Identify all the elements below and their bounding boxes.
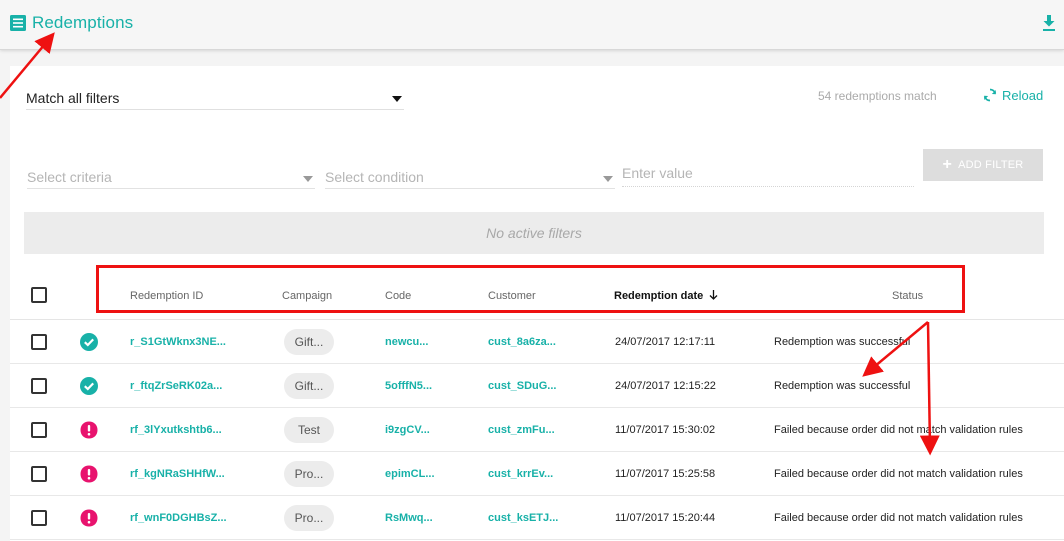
campaign-pill[interactable]: Test: [284, 417, 334, 443]
campaign-pill[interactable]: Pro...: [284, 505, 334, 531]
status-message: Failed because order did not match valid…: [774, 468, 1023, 480]
top-bar: Redemptions: [0, 0, 1064, 50]
column-header-campaign[interactable]: Campaign: [282, 290, 332, 302]
code-link[interactable]: RsMwq...: [385, 512, 433, 524]
campaign-pill[interactable]: Gift...: [284, 329, 334, 355]
condition-placeholder: Select condition: [325, 169, 424, 185]
code-link[interactable]: i9zgCV...: [385, 424, 430, 436]
redemption-id-link[interactable]: r_ftqZrSeRK02a...: [130, 380, 222, 392]
redemptions-table: Redemption ID Campaign Code Customer Red…: [10, 268, 1064, 540]
active-filters-empty: No active filters: [24, 212, 1044, 254]
table-row[interactable]: r_S1GtWknx3NE... Gift... newcu... cust_8a6z…: [10, 320, 1064, 364]
match-count: 54 redemptions match: [818, 89, 937, 103]
match-mode-label: Match all filters: [26, 90, 120, 106]
chevron-down-icon: [303, 176, 313, 182]
plus-icon: +: [942, 156, 953, 173]
table-row[interactable]: rf_wnF0DGHBsZ... Pro... RsMwq... cust_ksETJ…: [10, 496, 1064, 540]
redemption-date: 11/07/2017 15:20:44: [615, 512, 716, 524]
alert-circle-icon: [80, 421, 98, 439]
status-message: Redemption was successful: [774, 380, 911, 392]
alert-circle-icon: [80, 465, 98, 483]
code-link[interactable]: 5offfN5...: [385, 380, 432, 392]
redemption-id-link[interactable]: rf_3lYxutkshtb6...: [130, 424, 222, 436]
row-checkbox[interactable]: [31, 378, 47, 394]
reload-label: Reload: [1002, 87, 1044, 103]
redemption-id-link[interactable]: rf_wnF0DGHBsZ...: [130, 512, 227, 524]
redemption-date: 11/07/2017 15:25:58: [615, 468, 716, 480]
redemption-id-link[interactable]: rf_kgNRaSHHfW...: [130, 468, 225, 480]
campaign-pill[interactable]: Pro...: [284, 461, 334, 487]
customer-link[interactable]: cust_8a6za...: [488, 336, 556, 348]
column-header-code[interactable]: Code: [385, 290, 411, 302]
redemption-date: 24/07/2017 12:15:22: [615, 380, 716, 392]
redemption-date: 11/07/2017 15:30:02: [615, 424, 716, 436]
column-header-redemption-date-label: Redemption date: [614, 290, 704, 302]
row-checkbox[interactable]: [31, 466, 47, 482]
table-header: Redemption ID Campaign Code Customer Red…: [10, 268, 1064, 320]
download-icon[interactable]: [1042, 14, 1056, 32]
criteria-select[interactable]: Select criteria: [27, 169, 315, 189]
customer-link[interactable]: cust_krrEv...: [488, 468, 553, 480]
add-filter-button[interactable]: + ADD FILTER: [923, 149, 1043, 181]
customer-link[interactable]: cust_zmFu...: [488, 424, 555, 436]
check-circle-icon: [80, 333, 98, 351]
reload-button[interactable]: Reload: [982, 87, 1043, 103]
column-header-status[interactable]: Status: [892, 290, 923, 302]
code-link[interactable]: epimCL...: [385, 468, 435, 480]
list-icon: [10, 15, 26, 31]
arrow-down-icon: [709, 290, 718, 302]
status-message: Failed because order did not match valid…: [774, 512, 1023, 524]
redemptions-card: Match all filters 54 redemptions match R…: [10, 66, 1064, 541]
table-body: r_S1GtWknx3NE... Gift... newcu... cust_8a6z…: [10, 320, 1064, 540]
value-placeholder: Enter value: [622, 165, 693, 181]
no-active-filters-text: No active filters: [486, 225, 582, 241]
alert-circle-icon: [80, 509, 98, 527]
chevron-down-icon: [392, 96, 402, 102]
table-row[interactable]: r_ftqZrSeRK02a... Gift... 5offfN5... cust_S…: [10, 364, 1064, 408]
value-input[interactable]: Enter value: [622, 165, 914, 187]
redemption-date: 24/07/2017 12:17:11: [615, 336, 716, 348]
column-header-customer[interactable]: Customer: [488, 290, 536, 302]
page-title: Redemptions: [32, 13, 134, 32]
status-message: Redemption was successful: [774, 336, 911, 348]
column-header-redemption-date[interactable]: Redemption date: [614, 290, 718, 302]
match-mode-select[interactable]: Match all filters: [26, 90, 404, 110]
row-checkbox[interactable]: [31, 334, 47, 350]
campaign-pill[interactable]: Gift...: [284, 373, 334, 399]
customer-link[interactable]: cust_ksETJ...: [488, 512, 558, 524]
add-filter-label: ADD FILTER: [958, 159, 1024, 171]
reload-icon: [983, 88, 997, 102]
redemption-id-link[interactable]: r_S1GtWknx3NE...: [130, 336, 226, 348]
table-row[interactable]: rf_3lYxutkshtb6... Test i9zgCV... cust_zmFu…: [10, 408, 1064, 452]
row-checkbox[interactable]: [31, 510, 47, 526]
column-header-redemption-id[interactable]: Redemption ID: [130, 290, 203, 302]
chevron-down-icon: [603, 176, 613, 182]
check-circle-icon: [80, 377, 98, 395]
criteria-placeholder: Select criteria: [27, 169, 112, 185]
customer-link[interactable]: cust_SDuG...: [488, 380, 556, 392]
code-link[interactable]: newcu...: [385, 336, 428, 348]
condition-select[interactable]: Select condition: [325, 169, 615, 189]
status-message: Failed because order did not match valid…: [774, 424, 1023, 436]
page-title-wrap: Redemptions: [10, 13, 133, 33]
row-checkbox[interactable]: [31, 422, 47, 438]
select-all-checkbox[interactable]: [31, 287, 47, 303]
table-row[interactable]: rf_kgNRaSHHfW... Pro... epimCL... cust_krrE…: [10, 452, 1064, 496]
